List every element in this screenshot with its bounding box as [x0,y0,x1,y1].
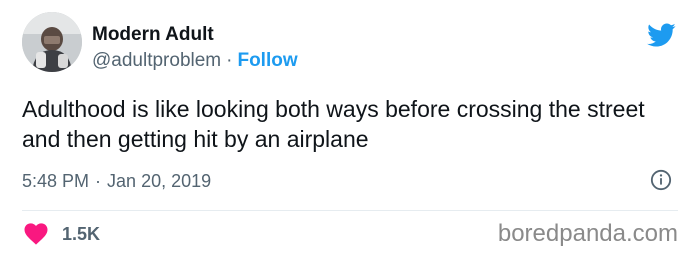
tweet-date: Jan 20, 2019 [107,171,212,191]
timestamp-separator: · [95,171,102,191]
info-icon[interactable] [650,169,672,191]
avatar[interactable] [22,12,82,72]
author-handle-line: @adultproblem · Follow [92,50,298,72]
heart-icon [24,223,48,245]
like-count: 1.5K [62,223,101,244]
twitter-bird-icon[interactable] [644,20,678,50]
watermark: boredpanda.com [497,220,678,247]
divider [22,210,678,211]
tweet-card: Modern Adult @adultproblem · Follow Adulth… [0,0,700,257]
tweet-timestamp[interactable]: 5:48 PM · Jan 20, 2019 [22,170,211,192]
tweet-time: 5:48 PM [22,171,90,191]
handle-separator: · [226,50,233,71]
author-name[interactable]: Modern Adult [92,24,214,46]
tweet-text: Adulthood is like looking both ways befo… [22,96,645,152]
avatar-photo [22,12,82,72]
follow-button[interactable]: Follow [237,50,297,71]
author-handle[interactable]: @adultproblem [92,50,221,71]
like-button[interactable]: 1.5K [24,221,100,247]
